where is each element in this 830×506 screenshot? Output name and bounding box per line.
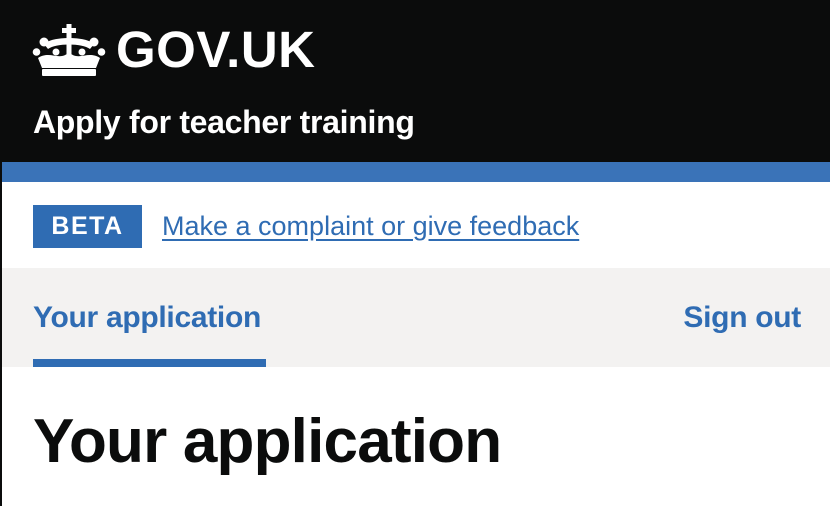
nav-active-indicator (33, 359, 266, 367)
service-name-link[interactable]: Apply for teacher training (33, 102, 415, 142)
phase-banner: BETA Make a complaint or give feedback (2, 182, 830, 268)
primary-navigation: Your application Sign out (2, 268, 830, 367)
beta-tag: BETA (33, 205, 142, 248)
govuk-logo-link[interactable]: GOV.UK (32, 22, 316, 78)
site-header: GOV.UK Apply for teacher training (2, 0, 830, 162)
crown-icon (32, 24, 106, 76)
page-title: Your application (33, 407, 502, 476)
page: GOV.UK Apply for teacher training BETA M… (0, 0, 830, 506)
nav-item-your-application[interactable]: Your application (33, 298, 261, 338)
nav-item-sign-out[interactable]: Sign out (683, 298, 801, 338)
header-blue-stripe (2, 162, 830, 182)
govuk-logo-text: GOV.UK (116, 21, 316, 78)
feedback-link[interactable]: Make a complaint or give feedback (162, 208, 579, 244)
